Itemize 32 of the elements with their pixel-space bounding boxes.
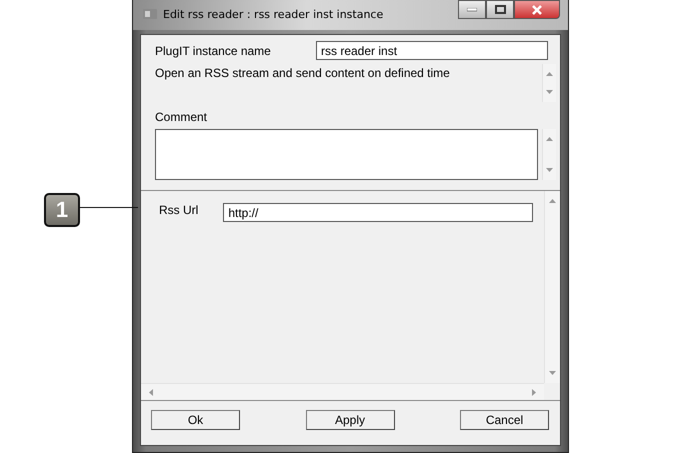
scrollbar[interactable]	[542, 64, 556, 102]
maximize-icon	[494, 5, 506, 14]
leader-line	[80, 207, 138, 208]
window-title: Edit rss reader : rss reader inst instance	[163, 8, 384, 20]
scroll-left-icon[interactable]	[149, 388, 153, 396]
app-icon	[143, 8, 157, 20]
description-text: Open an RSS stream and send content on defined time	[155, 65, 450, 82]
dialog-button[interactable]: Apply	[306, 410, 394, 430]
minimize-button[interactable]	[458, 0, 486, 19]
field-label: Comment	[155, 110, 208, 124]
scroll-down-icon[interactable]	[549, 371, 556, 375]
scroll-right-icon[interactable]	[532, 388, 536, 396]
scrollbar[interactable]	[141, 383, 544, 400]
maximize-button[interactable]	[486, 0, 514, 19]
close-icon	[531, 4, 543, 14]
field-label: Rss Url	[159, 203, 198, 217]
close-button[interactable]	[514, 0, 560, 19]
scrollbar[interactable]	[542, 129, 556, 180]
scroll-down-icon[interactable]	[546, 168, 553, 172]
rss-url-field[interactable]: http://	[223, 203, 534, 222]
callout-badge: 1	[44, 193, 80, 227]
scroll-up-icon[interactable]	[546, 137, 553, 141]
instance-name-field[interactable]: rss reader inst	[316, 41, 548, 60]
dialog-button[interactable]: Ok	[151, 410, 240, 430]
scroll-up-icon[interactable]	[546, 72, 553, 76]
field-label: PlugIT instance name	[155, 44, 271, 58]
comment-field[interactable]	[155, 129, 538, 180]
scroll-down-icon[interactable]	[546, 90, 553, 94]
scrollbar[interactable]	[544, 191, 560, 383]
scroll-up-icon[interactable]	[549, 199, 556, 203]
minimize-icon	[467, 8, 477, 12]
dialog-button[interactable]: Cancel	[460, 410, 549, 430]
